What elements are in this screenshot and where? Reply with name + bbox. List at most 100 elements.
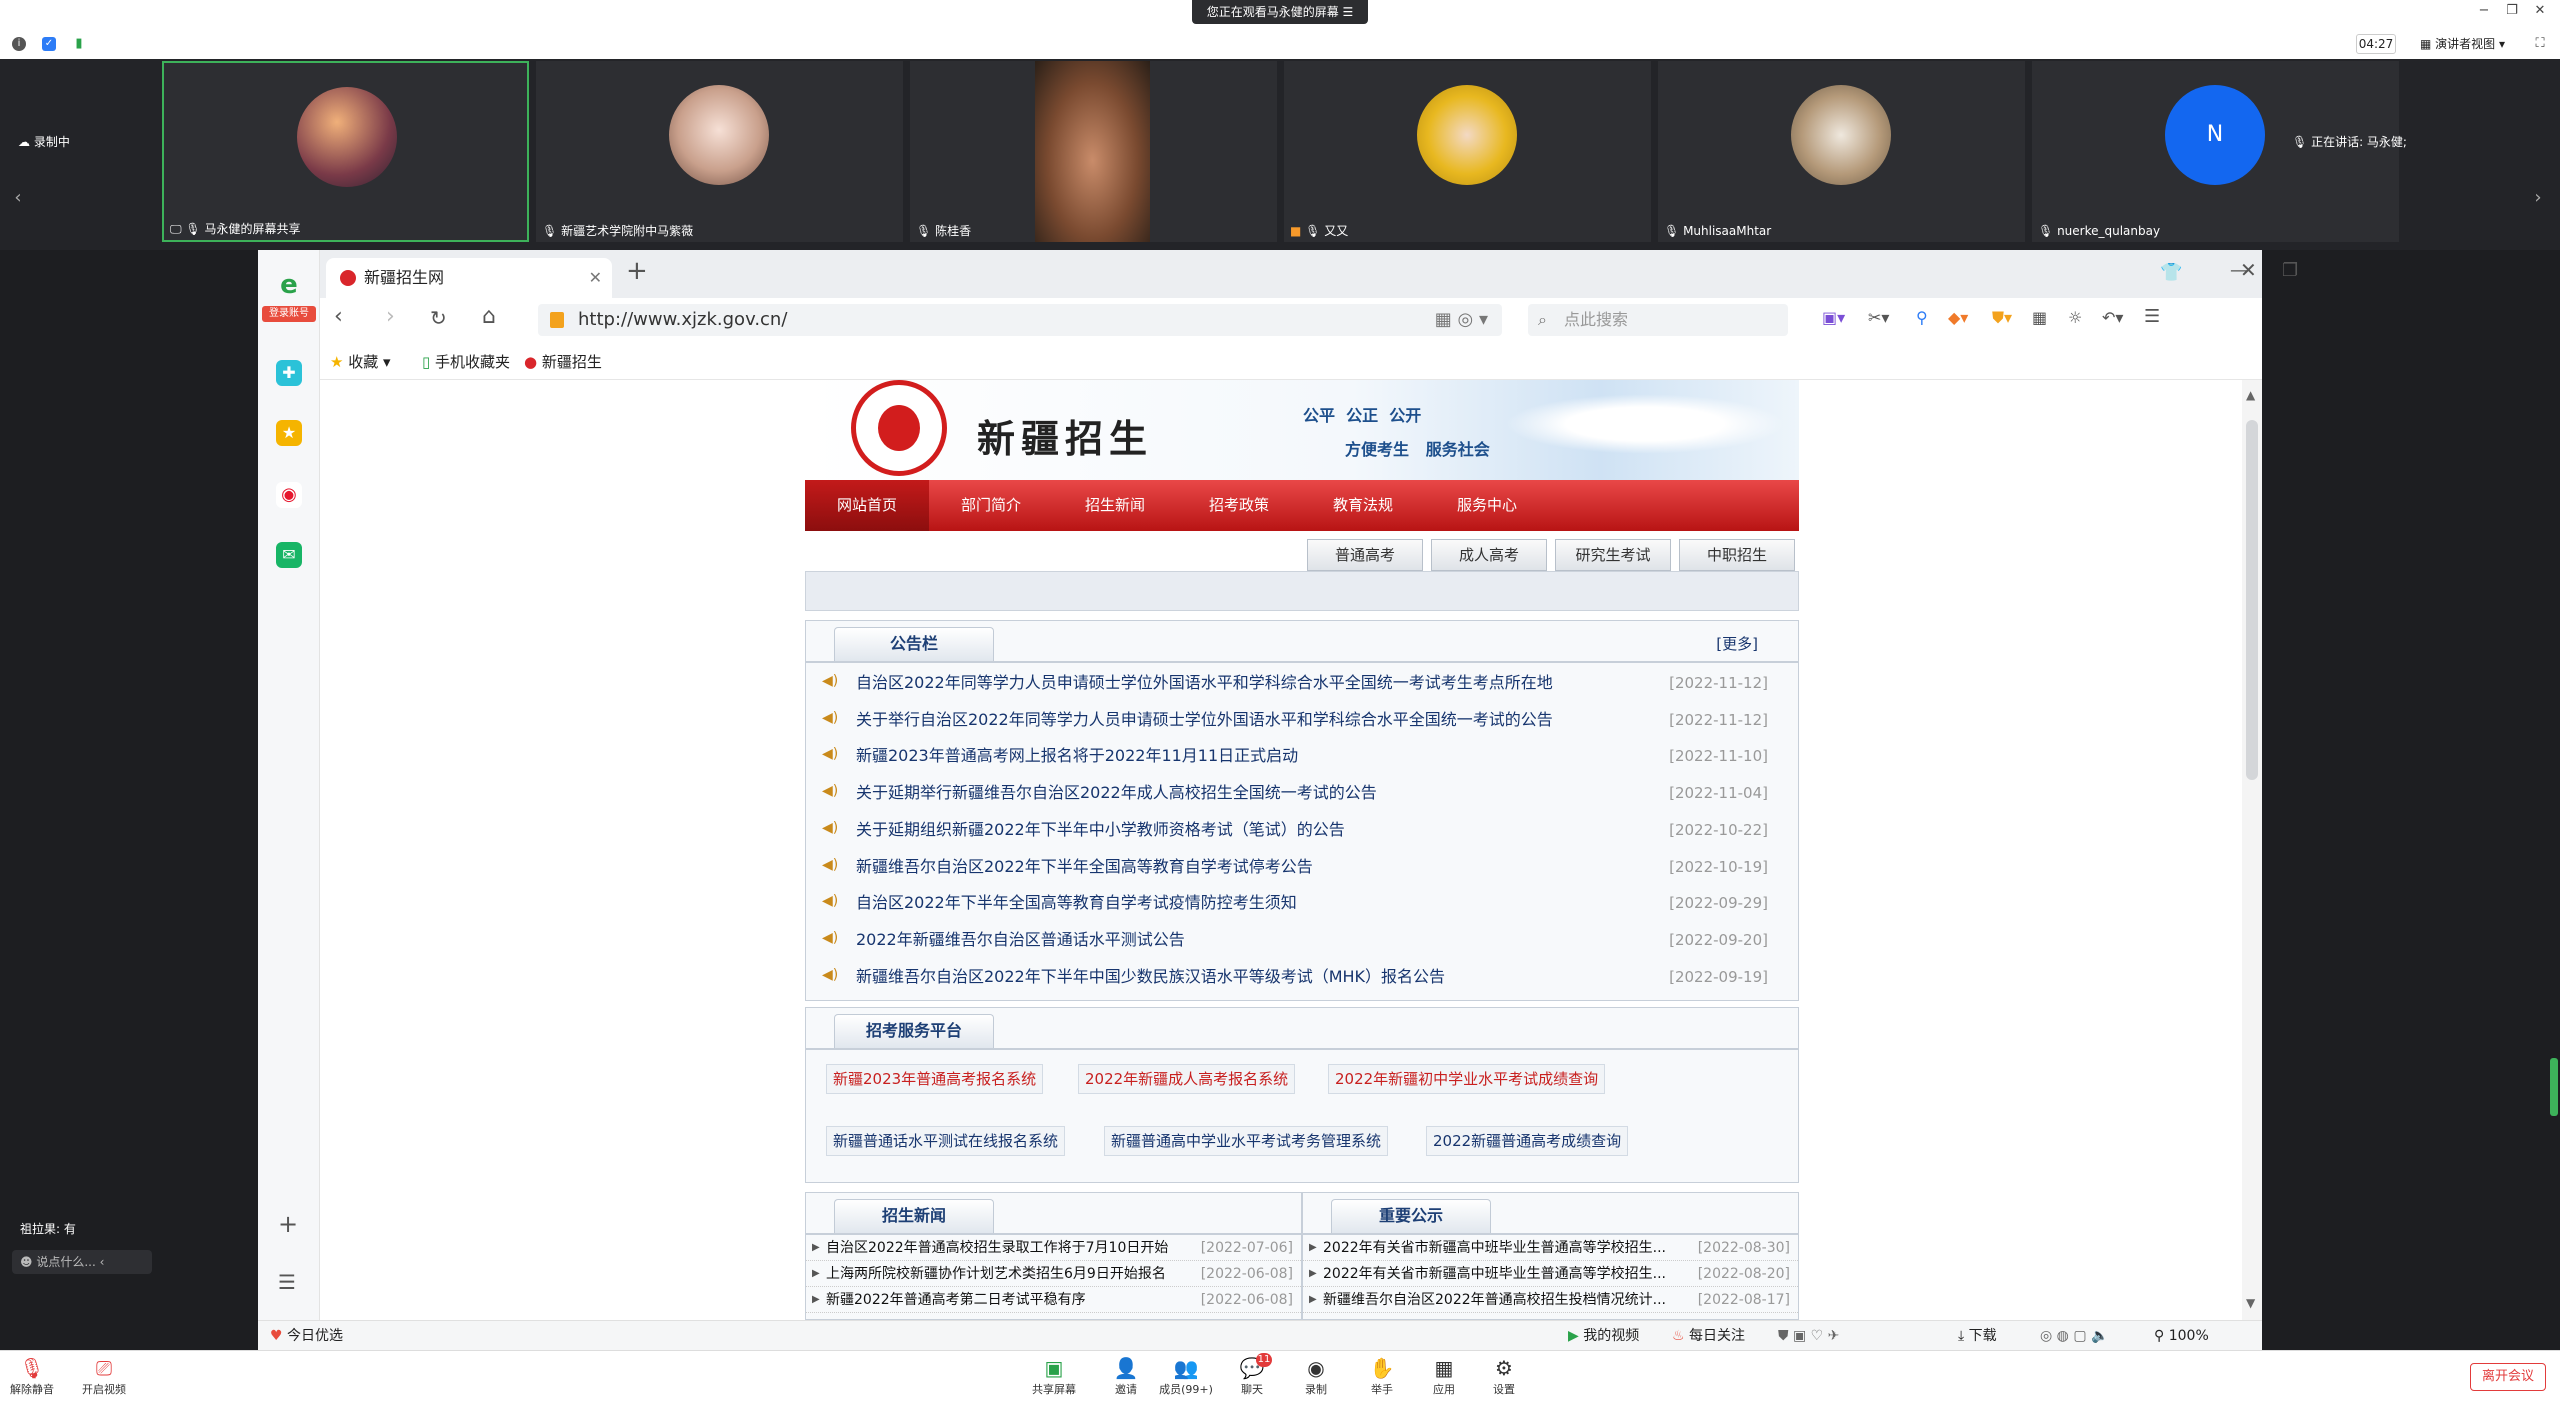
item-title[interactable]: 关于延期举行新疆维吾尔自治区2022年成人高校招生全国统一考试的公告 [856, 775, 1377, 811]
nav-policy[interactable]: 招考政策 [1177, 480, 1301, 531]
participant-tile[interactable]: 🎙 新疆艺术学院附中马紫薇 [536, 61, 903, 242]
home-icon[interactable]: ⌂ [482, 304, 496, 329]
item-title[interactable]: 自治区2022年下半年全国高等教育自学考试疫情防控考生须知 [856, 885, 1297, 921]
link-adult-registration[interactable]: 2022年新疆成人高考报名系统 [1078, 1064, 1296, 1094]
nav-law[interactable]: 教育法规 [1301, 480, 1425, 531]
restore-icon[interactable]: ❐ [2282, 260, 2298, 281]
list-item[interactable]: ◀) 新疆维吾尔自治区2022年下半年中国少数民族汉语水平等级考试（MHK）报名公… [806, 959, 1798, 995]
downloads[interactable]: ⤓ 下载 [1958, 1321, 1997, 1351]
link-mandarin-registration[interactable]: 新疆普通话水平测试在线报名系统 [826, 1126, 1066, 1156]
zoom-icon[interactable]: ⚲ [1916, 308, 1928, 327]
item-title[interactable]: 新疆2023年普通高考网上报名将于2022年11月11日正式启动 [856, 738, 1298, 774]
star-icon[interactable]: ★ [276, 420, 302, 446]
daily-follow[interactable]: ♨ 每日关注 [1672, 1321, 1745, 1351]
list-item[interactable]: ◀) 关于延期组织新疆2022年下半年中小学教师资格考试（笔试）的公告 [2022-… [806, 812, 1798, 848]
video-button[interactable]: ⎚ 开启视频 [74, 1355, 134, 1397]
status-icons[interactable]: ⛊ ▣ ♡ ✈ [1778, 1321, 1839, 1351]
browser-close-button[interactable]: ✕ [2240, 258, 2257, 282]
tab-gaokao[interactable]: 普通高考 [1307, 539, 1423, 571]
dropdown-icon[interactable]: ▦ ◎ ▾ [1435, 304, 1488, 336]
daily-picks[interactable]: ♥ 今日优选 [270, 1321, 343, 1351]
translate-icon[interactable]: ▣▾ [1822, 308, 1845, 327]
list-item[interactable]: ▶ 新疆维吾尔自治区2022年普通高校招生投档情况统计... [2022-08-17… [1303, 1287, 1798, 1313]
scroll-thumb[interactable] [2246, 420, 2258, 780]
scroll-down-icon[interactable]: ▼ [2246, 1296, 2255, 1310]
item-title[interactable]: 新疆维吾尔自治区2022年下半年中国少数民族汉语水平等级考试（MHK）报名公告 [856, 959, 1445, 995]
participant-tile[interactable]: 🎙 陈桂香 [910, 61, 1277, 242]
item-title[interactable]: 2022年新疆维吾尔自治区普通话水平测试公告 [856, 922, 1185, 958]
link-middle-school-scores[interactable]: 2022年新疆初中学业水平考试成绩查询 [1328, 1064, 1606, 1094]
chat-input[interactable]: ☻ 说点什么... ‹ [12, 1250, 152, 1274]
list-item[interactable]: ▶ 2022年有关省市新疆高中班毕业生普通高等学校招生... [2022-08-30… [1303, 1235, 1798, 1261]
side-tab[interactable] [2550, 1058, 2558, 1116]
list-item[interactable]: ▶ 自治区2022年普通高校招生录取工作将于7月10日开始 [2022-07-06] [806, 1235, 1301, 1261]
add-icon[interactable]: + [278, 1210, 298, 1238]
share-screen-button[interactable]: ▣ 共享屏幕 [1024, 1355, 1084, 1397]
my-video[interactable]: ▶ 我的视频 [1568, 1321, 1639, 1351]
item-title[interactable]: 新疆维吾尔自治区2022年普通高校招生投档情况统计... [1323, 1287, 1666, 1313]
link-gaokao-registration[interactable]: 新疆2023年普通高考报名系统 [826, 1064, 1044, 1094]
list-item[interactable]: ◀) 关于延期举行新疆维吾尔自治区2022年成人高校招生全国统一考试的公告 [202… [806, 775, 1798, 811]
list-item[interactable]: ◀) 新疆维吾尔自治区2022年下半年全国高等教育自学考试停考公告 [2022-10… [806, 849, 1798, 885]
item-title[interactable]: 自治区2022年同等学力人员申请硕士学位外国语水平和学科综合水平全国统一考试考生… [856, 665, 1553, 701]
tab-close-icon[interactable]: ✕ [589, 258, 602, 298]
scissors-icon[interactable]: ✂▾ [1868, 308, 1889, 327]
nav-service[interactable]: 服务中心 [1425, 480, 1549, 531]
members-button[interactable]: 👥 成员(99+) [1156, 1355, 1216, 1397]
browser-tab[interactable]: 新疆招生网 ✕ [326, 258, 612, 298]
invite-button[interactable]: 👤 邀请 [1096, 1355, 1156, 1397]
weibo-icon[interactable]: ◉ [276, 482, 302, 508]
list-item[interactable]: ◀) 自治区2022年下半年全国高等教育自学考试疫情防控考生须知 [2022-09-… [806, 885, 1798, 921]
undo-icon[interactable]: ↶▾ [2102, 308, 2123, 327]
address-bar[interactable]: http://www.xjzk.gov.cn/ ▦ ◎ ▾ [538, 304, 1502, 336]
tab-graduate-exam[interactable]: 研究生考试 [1555, 539, 1671, 571]
reload-icon[interactable]: ↻ [430, 306, 447, 330]
nav-news[interactable]: 招生新闻 [1053, 480, 1177, 531]
zoom-level[interactable]: ⚲ 100% [2154, 1321, 2209, 1351]
list-item[interactable]: ◀) 关于举行自治区2022年同等学力人员申请硕士学位外国语水平和学科综合水平全国… [806, 702, 1798, 738]
apps-button[interactable]: ▦ 应用 [1414, 1355, 1474, 1397]
list-item[interactable]: ▶ 2022年有关省市新疆高中班毕业生普通高等学校招生... [2022-08-20… [1303, 1261, 1798, 1287]
search-input[interactable]: ⌕ 点此搜索 [1528, 304, 1788, 336]
page-scrollbar[interactable]: ▲ ▼ [2242, 380, 2262, 1320]
tab-adult-exam[interactable]: 成人高考 [1431, 539, 1547, 571]
forward-icon[interactable]: › [386, 304, 395, 329]
item-title[interactable]: 上海两所院校新疆协作计划艺术类招生6月9日开始报名 [826, 1261, 1166, 1287]
tab-vocational[interactable]: 中职招生 [1679, 539, 1795, 571]
participant-tile[interactable]: ■ 🎙 又又 [1284, 61, 1651, 242]
leave-meeting-button[interactable]: 离开会议 [2470, 1363, 2546, 1391]
item-title[interactable]: 2022年有关省市新疆高中班毕业生普通高等学校招生... [1323, 1235, 1666, 1261]
minimize-icon[interactable]: − [2476, 3, 2492, 19]
record-button[interactable]: ◉ 录制 [1286, 1355, 1346, 1397]
list-item[interactable]: ◀) 新疆2023年普通高考网上报名将于2022年11月11日正式启动 [2022-… [806, 738, 1798, 774]
more-link[interactable]: [更多] [1716, 633, 1758, 654]
new-tab-icon[interactable]: + [626, 256, 648, 286]
list-item[interactable]: ▶ 新疆2022年普通高考第二日考试平稳有序 [2022-06-08] [806, 1287, 1301, 1313]
nav-department[interactable]: 部门简介 [929, 480, 1053, 531]
close-icon[interactable]: ✕ [2532, 3, 2548, 19]
shield-icon[interactable]: ⛊▾ [1992, 308, 2012, 328]
participant-tile[interactable]: 🎙 MuhlisaaMhtar [1658, 61, 2025, 242]
login-button[interactable]: 登录账号 [262, 306, 316, 322]
shirt-icon[interactable]: 👕 [2160, 262, 2182, 283]
list-item[interactable]: ▶ 上海两所院校新疆协作计划艺术类招生6月9日开始报名 [2022-06-08] [806, 1261, 1301, 1287]
bookmark-mobile[interactable]: ▯ 手机收藏夹 [422, 344, 510, 380]
mute-button[interactable]: 🎙 解除静音 [2, 1355, 62, 1397]
fullscreen-icon[interactable]: ⛶ [2532, 36, 2548, 52]
mail-icon[interactable]: ✉ [276, 542, 302, 568]
bookmark-favorites[interactable]: ★ 收藏 ▾ [330, 344, 391, 380]
link-academic-exam-system[interactable]: 新疆普通高中学业水平考试考务管理系统 [1104, 1126, 1389, 1156]
apps-icon[interactable]: ▦ [2032, 308, 2047, 327]
view-mode-button[interactable]: ▦ 演讲者视图 ▾ [2420, 34, 2520, 54]
status-tools[interactable]: ◎ ◍ ▢ 🔈 [2040, 1321, 2108, 1351]
info-icon[interactable]: i [12, 37, 26, 51]
app-plus-icon[interactable]: ✚ [276, 360, 302, 386]
list-icon[interactable]: ☰ [278, 1270, 296, 1294]
chat-button[interactable]: 💬 11 聊天 [1222, 1353, 1282, 1397]
list-item[interactable]: ◀) 2022年新疆维吾尔自治区普通话水平测试公告 [2022-09-20] [806, 922, 1798, 958]
signal-icon[interactable]: ▮ [72, 37, 86, 51]
item-title[interactable]: 2022年有关省市新疆高中班毕业生普通高等学校招生... [1323, 1261, 1666, 1287]
back-icon[interactable]: ‹ [334, 304, 343, 329]
raise-hand-button[interactable]: ✋ 举手 [1352, 1355, 1412, 1397]
item-title[interactable]: 新疆维吾尔自治区2022年下半年全国高等教育自学考试停考公告 [856, 849, 1313, 885]
